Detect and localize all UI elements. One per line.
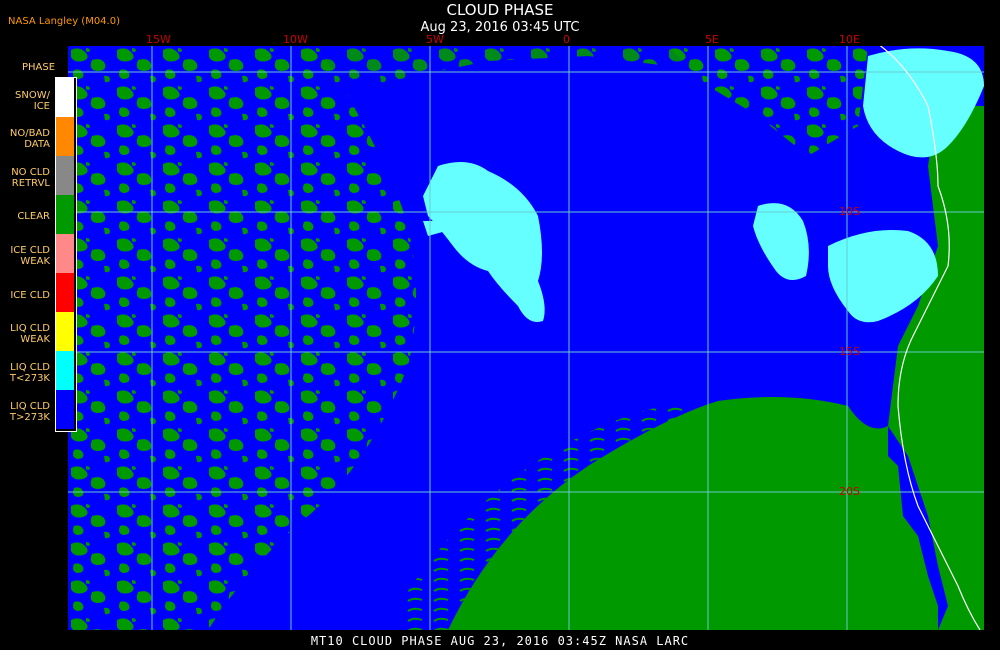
legend-label-clear: CLEAR (17, 211, 50, 222)
cloud-phase-map (68, 46, 984, 630)
legend-swatch-no-cld-retrvl (56, 156, 74, 195)
legend-swatch-ice-cld-weak (56, 234, 74, 273)
legend-label-no-cld-retrvl: NO CLD RETRVL (11, 167, 50, 189)
legend-swatch-clear (56, 195, 74, 234)
legend-swatch-liq-cld-cold (56, 351, 74, 390)
map-title: CLOUD PHASE (446, 1, 554, 19)
legend-label-snow-ice: SNOW/ICE (15, 90, 50, 112)
lon-label-15w: 15W (146, 33, 171, 46)
legend-swatch-liq-cld-warm (56, 390, 74, 429)
lon-label-5e: 5E (705, 33, 719, 46)
legend-swatch-liq-cld-weak (56, 312, 74, 351)
legend-title: PHASE (22, 62, 56, 73)
legend-label-liq-cld-warm: LIQ CLD T>273K (9, 401, 50, 423)
lon-label-10e: 10E (839, 33, 860, 46)
legend-label-liq-cld-cold: LIQ CLD T<273K (9, 362, 50, 384)
legend-label-liq-cld-weak: LIQ CLD WEAK (10, 323, 50, 345)
lat-label-15s: 15S (839, 345, 860, 358)
legend-label-ice-cld: ICE CLD (10, 290, 50, 301)
legend-swatch-ice-cld (56, 273, 74, 312)
lon-label-0: 0 (563, 33, 570, 46)
lon-label-10w: 10W (283, 33, 308, 46)
footer-caption: MT10 CLOUD PHASE AUG 23, 2016 03:45Z NAS… (310, 634, 690, 648)
lat-label-20s: 20S (839, 485, 860, 498)
legend-label-no-bad-data: NO/BAD DATA (9, 128, 50, 150)
product-label: NASA Langley (M04.0) (8, 16, 120, 27)
lat-label-10s: 10S (839, 205, 860, 218)
legend-swatch-no-bad-data (56, 117, 74, 156)
lon-label-5w: 5W (426, 33, 444, 46)
legend-swatch-snow-ice (56, 78, 74, 117)
legend-label-ice-cld-weak: ICE CLD WEAK (10, 245, 50, 267)
